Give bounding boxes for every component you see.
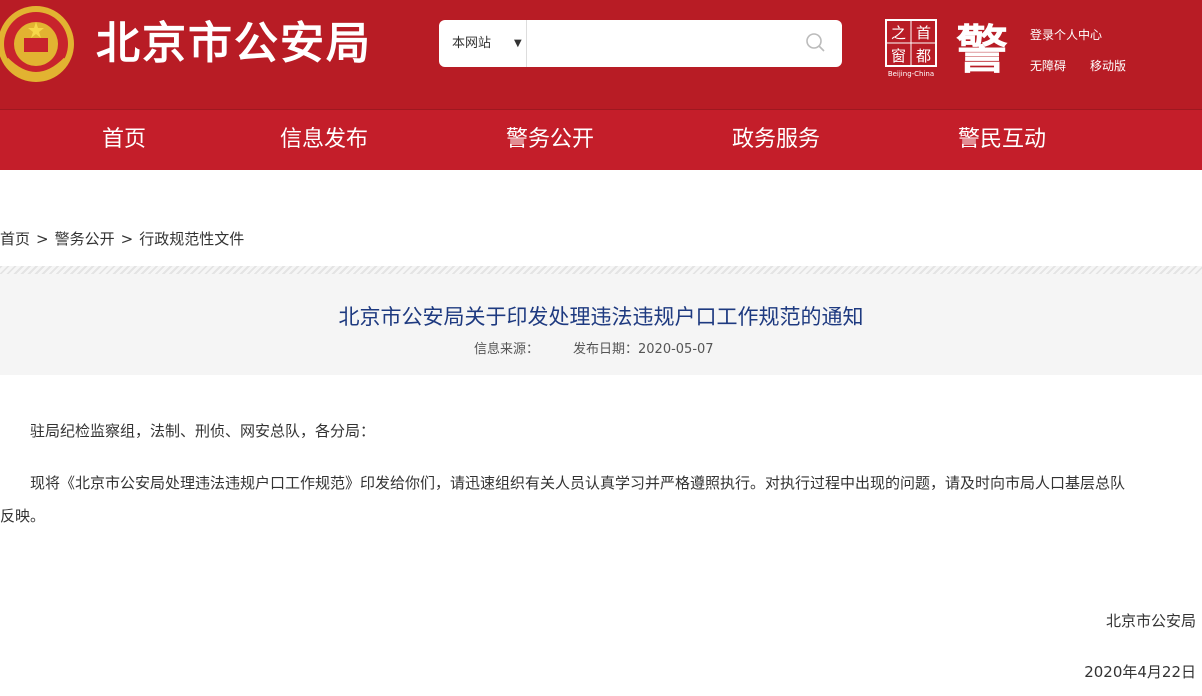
search-scope-label: 本网站 xyxy=(452,36,492,51)
article-greeting: 驻局纪检监察组，法制、刑侦、网安总队，各分局： xyxy=(30,422,376,440)
article-source: 信息来源： xyxy=(474,342,540,357)
search-input[interactable] xyxy=(528,20,798,67)
capital-window-caption: Beijing-China xyxy=(888,70,934,78)
breadcrumb-police-affairs[interactable]: 警务公开 xyxy=(55,230,115,248)
breadcrumb-home[interactable]: 首页 xyxy=(0,230,30,248)
breadcrumb-separator: > xyxy=(36,230,49,248)
decorative-stripe xyxy=(0,266,1202,274)
search-scope-select[interactable]: 本网站 ▼ xyxy=(439,20,527,67)
police-logo[interactable]: 警 xyxy=(952,20,1012,75)
accessibility-link[interactable]: 无障碍 xyxy=(1030,57,1066,74)
main-nav: 首页 信息发布 警务公开 政务服务 警民互动 xyxy=(0,110,1202,170)
capital-window-char-2: 都 xyxy=(916,47,931,65)
article-header: 北京市公安局关于印发处理违法违规户口工作规范的通知 信息来源： 发布日期：202… xyxy=(0,274,1202,375)
article-signature: 北京市公安局 xyxy=(1105,612,1196,630)
article-body-line-1: 现将《北京市公安局处理违法违规户口工作规范》印发给你们，请迅速组织有关人员认真学… xyxy=(30,474,1126,492)
nav-item-government-services[interactable]: 政务服务 xyxy=(732,110,820,170)
mobile-link[interactable]: 移动版 xyxy=(1090,57,1126,74)
article-body-line-2: 反映。 xyxy=(0,507,46,525)
capital-window-char-3: 之 xyxy=(891,24,906,42)
breadcrumb-normative-documents[interactable]: 行政规范性文件 xyxy=(139,230,244,248)
breadcrumb: 首页 > 警务公开 > 行政规范性文件 xyxy=(0,228,244,249)
nav-item-info-release[interactable]: 信息发布 xyxy=(280,110,368,170)
article-signature-date: 2020年4月22日 xyxy=(1084,663,1196,681)
nav-item-interaction[interactable]: 警民互动 xyxy=(958,110,1046,170)
breadcrumb-separator: > xyxy=(120,230,134,248)
capital-window-logo[interactable]: 首 都 之 窗 Beijing-China xyxy=(884,18,938,78)
search-box: 本网站 ▼ xyxy=(439,20,842,67)
police-emblem-icon[interactable] xyxy=(0,0,78,90)
nav-item-home[interactable]: 首页 xyxy=(102,110,146,170)
site-header: 北京市公安局 本网站 ▼ 首 都 之 窗 Beijing-China 警 登录个… xyxy=(0,0,1202,110)
article-date: 发布日期：2020-05-07 xyxy=(573,342,714,357)
capital-window-char-4: 窗 xyxy=(891,47,906,65)
article-title: 北京市公安局关于印发处理违法违规户口工作规范的通知 xyxy=(338,305,864,329)
login-link[interactable]: 登录个人中心 xyxy=(1030,26,1102,43)
search-icon[interactable] xyxy=(805,32,827,54)
site-title[interactable]: 北京市公安局 xyxy=(96,14,372,74)
police-logo-char: 警 xyxy=(956,21,1008,75)
nav-item-police-affairs[interactable]: 警务公开 xyxy=(506,110,594,170)
chevron-down-icon: ▼ xyxy=(514,38,522,49)
capital-window-char-1: 首 xyxy=(916,24,931,42)
